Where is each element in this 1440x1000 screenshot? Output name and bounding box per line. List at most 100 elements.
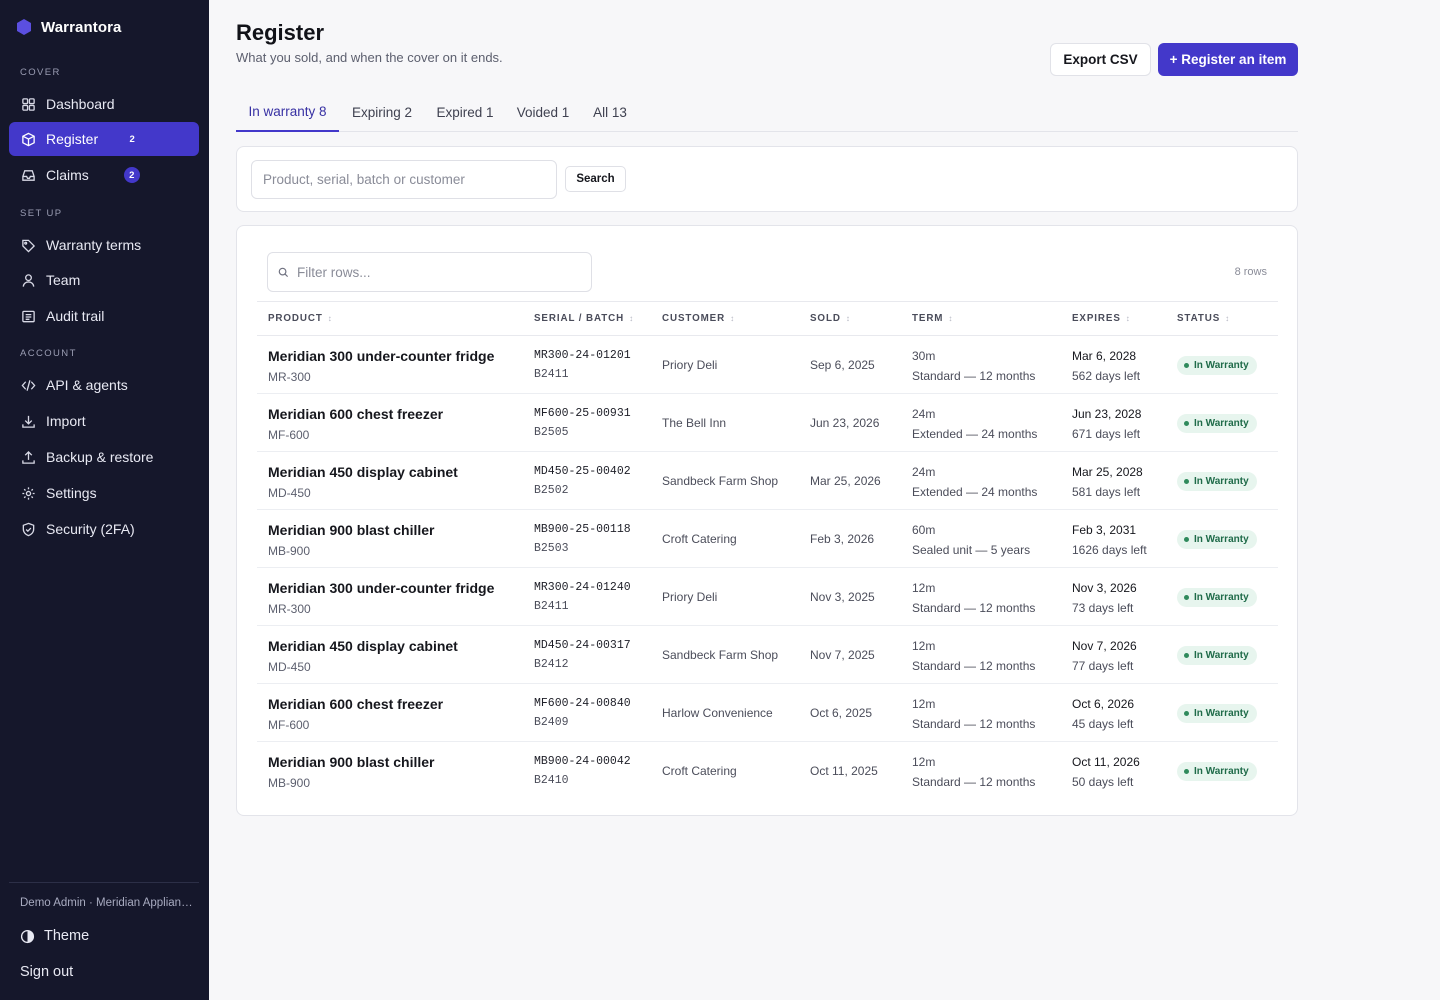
expires-cell: Oct 11, 2026 50 days left <box>1072 755 1140 789</box>
column-header-expires[interactable]: EXPIRES ↕ <box>1072 302 1131 335</box>
status-cell: In Warranty <box>1177 413 1257 433</box>
status-label: In Warranty <box>1194 418 1249 429</box>
customer-name: The Bell Inn <box>662 416 727 430</box>
sold-date: Feb 3, 2026 <box>810 532 875 546</box>
batch-number: B2502 <box>534 484 569 497</box>
search-input[interactable] <box>251 160 557 199</box>
term-cell: 12m Standard — 12 months <box>912 581 1035 615</box>
product-cell: Meridian 900 blast chiller MB-900 <box>268 522 435 558</box>
sign-out-link[interactable]: Sign out <box>20 964 73 980</box>
export-csv-button[interactable]: Export CSV <box>1050 43 1151 76</box>
product-name[interactable]: Meridian 600 chest freezer <box>268 406 443 422</box>
sidebar-item-backup-restore[interactable]: Backup & restore <box>9 440 199 474</box>
expiry-date: Nov 7, 2026 <box>1072 639 1137 653</box>
sidebar-item-audit-trail[interactable]: Audit trail <box>9 299 199 333</box>
term-cell: 60m Sealed unit — 5 years <box>912 523 1030 557</box>
product-model: MB-900 <box>268 776 311 790</box>
expiry-date: Oct 6, 2026 <box>1072 697 1135 711</box>
sidebar-item-api-agents[interactable]: API & agents <box>9 368 199 402</box>
product-name[interactable]: Meridian 300 under-counter fridge <box>268 580 494 596</box>
product-cell: Meridian 450 display cabinet MD-450 <box>268 638 458 674</box>
days-left: 581 days left <box>1072 485 1141 499</box>
status-cell: In Warranty <box>1177 645 1257 665</box>
customer-name: Sandbeck Farm Shop <box>662 648 779 662</box>
days-left: 671 days left <box>1072 427 1141 441</box>
brand[interactable]: Warrantora <box>16 18 121 36</box>
table-row[interactable]: Meridian 600 chest freezer MF-600 MF600-… <box>257 394 1278 452</box>
product-model: MD-450 <box>268 660 311 674</box>
theme-toggle[interactable]: Theme <box>20 928 89 944</box>
column-header-customer[interactable]: CUSTOMER ↕ <box>662 302 735 335</box>
sidebar-item-claims[interactable]: Claims 2 <box>9 158 199 192</box>
term-description: Standard — 12 months <box>912 601 1036 615</box>
serial-number: MB900-25-00118 <box>534 523 631 536</box>
table-row[interactable]: Meridian 450 display cabinet MD-450 MD45… <box>257 626 1278 684</box>
sidebar-item-warranty-terms[interactable]: Warranty terms <box>9 228 199 262</box>
status-cell: In Warranty <box>1177 355 1257 375</box>
term-description: Extended — 24 months <box>912 427 1038 441</box>
term-description: Standard — 12 months <box>912 717 1036 731</box>
status-badge: In Warranty <box>1177 762 1257 781</box>
sidebar-item-label: API & agents <box>46 377 128 393</box>
column-header-sold[interactable]: SOLD ↕ <box>810 302 851 335</box>
row-count: 8 rows <box>1234 266 1267 278</box>
product-cell: Meridian 450 display cabinet MD-450 <box>268 464 458 500</box>
days-left: 1626 days left <box>1072 543 1147 557</box>
column-header-product[interactable]: PRODUCT ↕ <box>268 302 333 335</box>
box-icon <box>20 131 36 147</box>
sidebar-item-dashboard[interactable]: Dashboard <box>9 87 199 121</box>
customer-name: Harlow Convenience <box>662 706 773 720</box>
serial-batch-cell: MD450-24-00317 B2412 <box>534 639 631 671</box>
serial-batch-cell: MF600-24-00840 B2409 <box>534 697 631 729</box>
filter-rows-input[interactable] <box>297 264 577 280</box>
batch-number: B2412 <box>534 658 569 671</box>
table-row[interactable]: Meridian 900 blast chiller MB-900 MB900-… <box>257 742 1278 800</box>
table-row[interactable]: Meridian 600 chest freezer MF-600 MF600-… <box>257 684 1278 742</box>
column-header-status[interactable]: STATUS ↕ <box>1177 302 1230 335</box>
tab-in-warranty[interactable]: In warranty 8 <box>236 92 339 132</box>
column-header-term[interactable]: TERM ↕ <box>912 302 953 335</box>
product-name[interactable]: Meridian 450 display cabinet <box>268 464 458 480</box>
product-name[interactable]: Meridian 900 blast chiller <box>268 754 435 770</box>
search-button[interactable]: Search <box>565 166 626 192</box>
serial-number: MD450-24-00317 <box>534 639 631 652</box>
table-row[interactable]: Meridian 900 blast chiller MB-900 MB900-… <box>257 510 1278 568</box>
filter-rows-field[interactable] <box>267 252 592 292</box>
status-cell: In Warranty <box>1177 703 1257 723</box>
status-badge: In Warranty <box>1177 414 1257 433</box>
sidebar-item-settings[interactable]: Settings <box>9 476 199 510</box>
sidebar-item-register[interactable]: Register 2 <box>9 122 199 156</box>
sort-icon: ↕ <box>327 314 333 323</box>
sidebar-item-import[interactable]: Import <box>9 404 199 438</box>
status-label: In Warranty <box>1194 766 1249 777</box>
customer-name: Priory Deli <box>662 358 718 372</box>
term-length: 12m <box>912 697 936 711</box>
tab-expiring[interactable]: Expiring 2 <box>346 92 418 132</box>
tab-all[interactable]: All 13 <box>588 92 632 132</box>
product-name[interactable]: Meridian 450 display cabinet <box>268 638 458 654</box>
expires-cell: Oct 6, 2026 45 days left <box>1072 697 1134 731</box>
register-item-button[interactable]: + Register an item <box>1158 43 1298 76</box>
product-name[interactable]: Meridian 900 blast chiller <box>268 522 435 538</box>
table-row[interactable]: Meridian 300 under-counter fridge MR-300… <box>257 336 1278 394</box>
product-name[interactable]: Meridian 300 under-counter fridge <box>268 348 494 364</box>
sidebar-divider <box>9 882 199 883</box>
column-header-serial-batch[interactable]: SERIAL / BATCH ↕ <box>534 302 634 335</box>
status-cell: In Warranty <box>1177 761 1257 781</box>
sort-icon: ↕ <box>948 314 954 323</box>
shield-icon <box>20 521 36 537</box>
sidebar: Warrantora COVER Dashboard Register 2 Cl… <box>0 0 209 1000</box>
product-name[interactable]: Meridian 600 chest freezer <box>268 696 443 712</box>
batch-number: B2409 <box>534 716 569 729</box>
serial-batch-cell: MR300-24-01240 B2411 <box>534 581 631 613</box>
tab-expired[interactable]: Expired 1 <box>433 92 497 132</box>
table-row[interactable]: Meridian 450 display cabinet MD-450 MD45… <box>257 452 1278 510</box>
serial-number: MF600-24-00840 <box>534 697 631 710</box>
sold-date: Jun 23, 2026 <box>810 416 880 430</box>
serial-batch-cell: MF600-25-00931 B2505 <box>534 407 631 439</box>
tab-voided[interactable]: Voided 1 <box>513 92 573 132</box>
status-dot-icon <box>1184 653 1189 658</box>
sidebar-item-security[interactable]: Security (2FA) <box>9 512 199 546</box>
sidebar-item-team[interactable]: Team <box>9 263 199 297</box>
table-row[interactable]: Meridian 300 under-counter fridge MR-300… <box>257 568 1278 626</box>
